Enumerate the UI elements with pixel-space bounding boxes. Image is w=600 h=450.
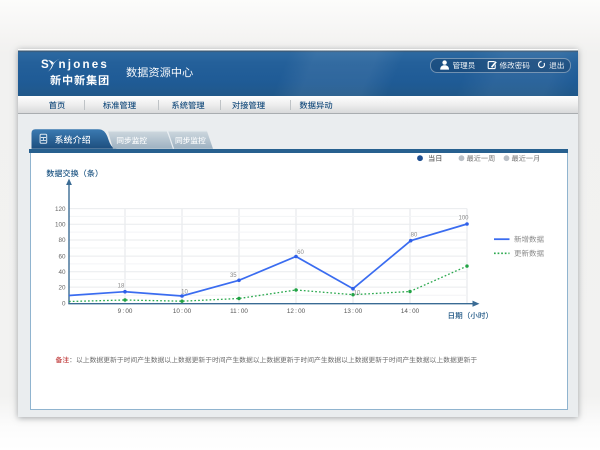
svg-text:9 : 00: 9 : 00: [118, 308, 133, 315]
svg-text:0: 0: [62, 300, 66, 307]
svg-text:10 : 00: 10 : 00: [173, 308, 192, 315]
svg-text:80: 80: [58, 237, 66, 244]
svg-text:10: 10: [181, 289, 188, 295]
svg-text:20: 20: [58, 284, 66, 291]
svg-text:14 : 00: 14 : 00: [401, 308, 420, 315]
svg-text:60: 60: [58, 253, 66, 260]
svg-text:35: 35: [230, 273, 237, 279]
svg-text:13 : 00: 13 : 00: [344, 308, 363, 315]
svg-text:12 : 00: 12 : 00: [287, 308, 306, 315]
svg-text:njones: njones: [59, 58, 110, 71]
svg-text:120: 120: [55, 206, 66, 213]
svg-text:10: 10: [354, 290, 361, 296]
svg-text:11 : 00: 11 : 00: [230, 308, 248, 315]
svg-text:100: 100: [458, 216, 469, 222]
svg-text:S: S: [41, 58, 51, 71]
svg-text:60: 60: [297, 250, 304, 256]
svg-text:100: 100: [55, 221, 66, 228]
svg-text:18: 18: [118, 283, 125, 289]
svg-text:80: 80: [411, 233, 418, 239]
svg-text:40: 40: [58, 269, 66, 276]
